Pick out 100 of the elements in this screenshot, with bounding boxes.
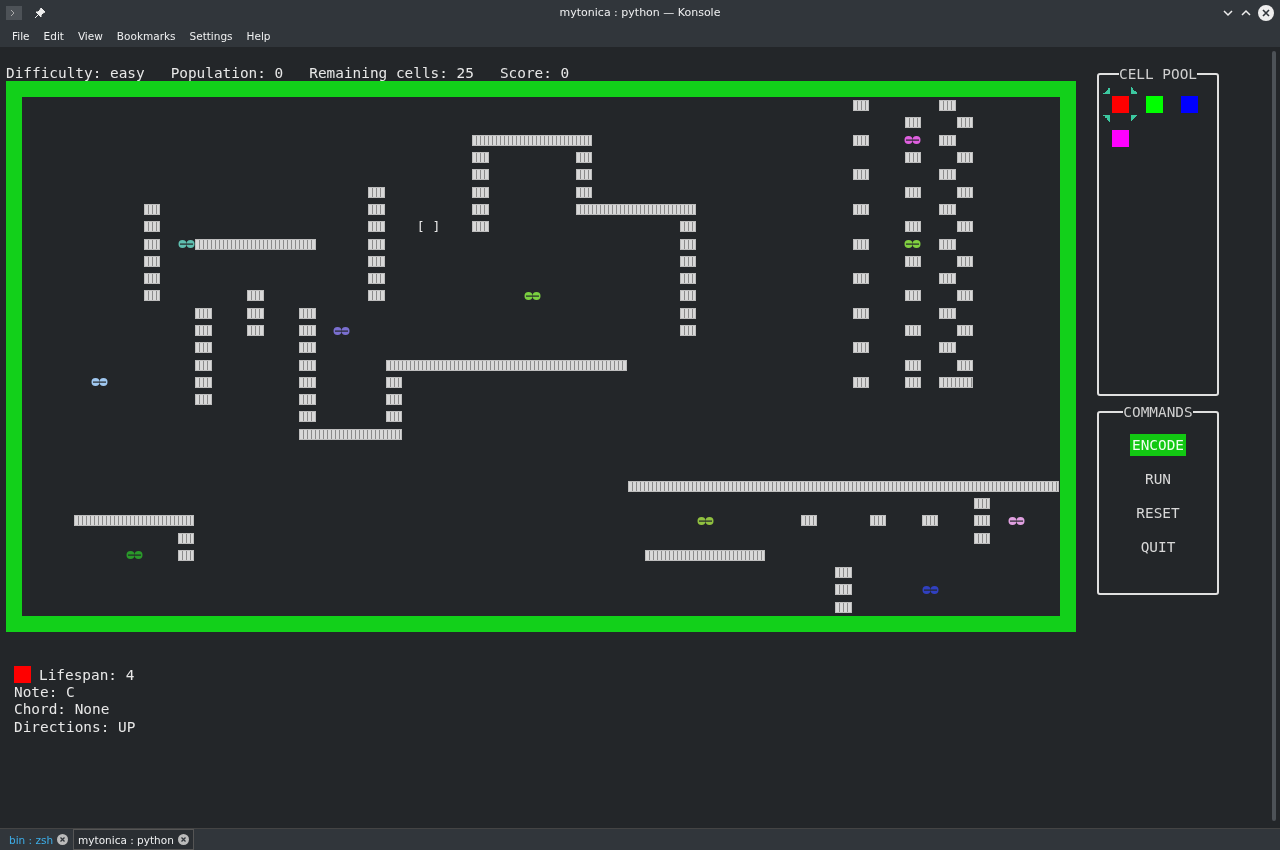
game-board[interactable]: [ ]: [6, 81, 1076, 632]
wall: [939, 307, 956, 319]
wall: [956, 152, 973, 164]
wall: [576, 169, 593, 181]
info-text: Directions: UP: [14, 718, 136, 735]
wall: [178, 532, 195, 544]
wall: [368, 255, 385, 267]
wall: [299, 411, 316, 423]
wall: [247, 290, 264, 302]
wall: [195, 342, 212, 354]
wall: [939, 342, 956, 354]
wall: [835, 567, 852, 579]
wall: [368, 290, 385, 302]
close-icon[interactable]: [57, 834, 69, 845]
wall: [368, 221, 385, 233]
cell-swatch[interactable]: [1111, 130, 1129, 148]
wall: [299, 376, 316, 388]
window-title: mytonica : python — Konsole: [559, 6, 721, 19]
wall: [472, 152, 489, 164]
wall: [904, 376, 921, 388]
menu-item[interactable]: Edit: [37, 30, 70, 42]
close-icon[interactable]: [177, 834, 189, 845]
wall: [679, 255, 697, 267]
wall: [679, 273, 697, 285]
command-button[interactable]: RESET: [1134, 502, 1182, 524]
wall: [904, 117, 921, 129]
terminal-tab[interactable]: bin : zsh: [4, 829, 74, 850]
wall: [143, 273, 160, 285]
wall: [247, 325, 264, 336]
info-text: Chord: None: [14, 701, 110, 718]
wall: [195, 394, 212, 406]
wall: [835, 601, 852, 613]
wall: [195, 325, 212, 336]
wall: [904, 325, 921, 336]
status-text: Remaining cells: 25: [309, 65, 474, 81]
wall: [299, 342, 316, 354]
wall: [852, 238, 870, 250]
wall: [939, 376, 973, 388]
wall: [852, 203, 870, 215]
wall: [385, 394, 403, 406]
wall: [299, 394, 316, 406]
command-button[interactable]: QUIT: [1138, 536, 1178, 558]
status-text: Difficulty: easy: [6, 65, 145, 81]
wall: [956, 290, 973, 302]
menu-item[interactable]: View: [71, 30, 109, 42]
wall: [939, 203, 956, 215]
wall: [852, 273, 870, 285]
wall: [956, 186, 973, 198]
cell-swatch[interactable]: [1146, 95, 1164, 113]
menu-item[interactable]: Bookmarks: [110, 30, 182, 42]
wall: [143, 203, 160, 215]
info-text: Lifespan: 4: [39, 666, 135, 683]
wall: [956, 221, 973, 233]
wall: [299, 307, 316, 319]
terminal-tab[interactable]: mytonica : python: [73, 829, 194, 850]
wall: [852, 307, 870, 319]
status-text: Population: 0: [170, 65, 284, 81]
wall: [679, 221, 697, 233]
terminal-icon[interactable]: [6, 5, 22, 20]
wall: [852, 134, 870, 146]
menu-item[interactable]: File: [6, 30, 36, 42]
wall: [800, 515, 818, 527]
wall: [852, 342, 870, 354]
wall: [679, 290, 697, 302]
wall: [921, 515, 939, 527]
cell-swatch[interactable]: [1111, 95, 1129, 113]
wall: [143, 221, 160, 233]
menu-item[interactable]: Settings: [183, 30, 239, 42]
wall: [939, 273, 956, 285]
wall: [576, 152, 593, 164]
wall: [368, 273, 385, 285]
wall: [472, 221, 489, 233]
wall: [195, 359, 212, 371]
wall: [472, 169, 489, 181]
wall: [679, 307, 697, 319]
cell-swatch[interactable]: [1180, 95, 1198, 113]
wall: [973, 515, 991, 527]
pin-icon[interactable]: [34, 6, 46, 19]
wall: [679, 325, 697, 336]
wall: [835, 584, 852, 596]
wall: [385, 376, 403, 388]
wall: [852, 376, 870, 388]
close-icon[interactable]: [1258, 4, 1274, 21]
wall: [904, 290, 921, 302]
wall: [368, 203, 385, 215]
wall: [973, 532, 991, 544]
wall: [368, 186, 385, 198]
wall: [679, 238, 697, 250]
panel-title: COMMANDS: [1123, 404, 1193, 420]
command-button[interactable]: RUN: [1143, 468, 1173, 490]
wall: [904, 221, 921, 233]
cursor: [ ]: [416, 219, 441, 235]
wall: [299, 359, 316, 371]
wall: [247, 307, 264, 319]
wall: [939, 100, 956, 112]
menu-item[interactable]: Help: [240, 30, 277, 42]
wall: [368, 238, 385, 250]
wall: [385, 411, 403, 423]
wall: [904, 186, 921, 198]
scrollbar[interactable]: [1272, 51, 1276, 821]
